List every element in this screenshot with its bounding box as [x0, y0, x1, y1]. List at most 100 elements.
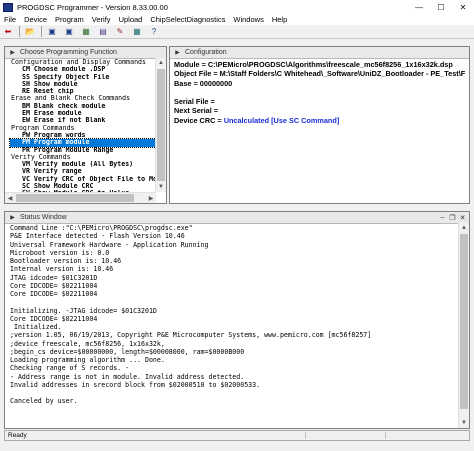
status-log-line: Canceled by user.: [10, 397, 78, 406]
config-row: Base = 00000000: [174, 79, 465, 88]
restore-icon[interactable]: ❐: [448, 213, 457, 222]
grid-icon[interactable]: ▦: [131, 26, 143, 37]
command-item[interactable]: SH Show module: [10, 81, 160, 88]
status-log-line: [10, 298, 457, 306]
toolbar-separator: [41, 26, 42, 37]
scroll-down-icon[interactable]: ▼: [156, 182, 166, 192]
minimize-icon[interactable]: —: [408, 0, 430, 14]
status-panel: ▶ Status Window – ❐ ✕ Command Line :"C:\…: [4, 211, 470, 429]
status-log-line: Core IDCODE= $02211004: [10, 290, 98, 298]
config-key: Base =: [174, 78, 200, 88]
chip-select-icon[interactable]: ▦: [80, 26, 92, 37]
close-icon[interactable]: ✕: [452, 0, 474, 14]
save-all-icon[interactable]: ▣: [63, 26, 75, 37]
status-bar-text: Ready: [8, 432, 27, 439]
config-icon[interactable]: ▤: [97, 26, 109, 37]
status-log-line: ;begin_cs device=$00000000, length=$0000…: [10, 347, 245, 356]
scroll-thumb[interactable]: [460, 234, 468, 409]
status-panel-titlebar: ▶ Status Window – ❐ ✕: [5, 212, 469, 224]
command-item[interactable]: VM Verify module (All Bytes): [10, 161, 160, 168]
status-log-line: Bootloader version is: 10.46: [10, 257, 122, 265]
status-log-line: Invalid addresses in srecord block from …: [10, 380, 261, 389]
arrow-back-icon[interactable]: ⬅: [2, 26, 14, 37]
config-value: 00000000: [199, 78, 233, 88]
menu-bar: File Device Program Verify Upload ChipSe…: [0, 14, 474, 25]
toolbar-separator: [19, 26, 20, 37]
panel-arrow-icon: ▶: [10, 50, 15, 56]
command-list: Configuration and Display Commands CM Cho…: [9, 59, 161, 198]
config-key: Device CRC =: [174, 115, 224, 125]
commands-vertical-scrollbar[interactable]: ▲ ▼: [155, 58, 166, 192]
menu-device[interactable]: Device: [20, 15, 51, 24]
config-row: [174, 88, 465, 97]
status-log-line: Core IDCODE= $02211004: [10, 281, 98, 290]
scroll-down-icon[interactable]: ▼: [459, 418, 469, 428]
command-item[interactable]: VR Verify range: [10, 168, 160, 175]
commands-horizontal-scrollbar[interactable]: ◀ ▶: [5, 192, 156, 203]
status-log-line: ;device freescale, mc56f8256, 1x16x32k,: [10, 339, 165, 348]
menu-upload[interactable]: Upload: [115, 15, 147, 24]
command-item[interactable]: CM Choose module .DSP: [10, 66, 160, 73]
command-item[interactable]: PR Program Module Range: [10, 147, 160, 154]
config-row: Object File = M:\Staff Folders\C Whitehe…: [174, 69, 465, 78]
commands-panel-title: Choose Programming Function: [20, 49, 117, 56]
status-vertical-scrollbar[interactable]: ▲ ▼: [458, 223, 469, 428]
status-log-line: Internal version is: 10.46: [10, 265, 114, 274]
command-item[interactable]: PM Program module: [9, 138, 161, 148]
status-log-line: Microboot version is: 0.0: [10, 248, 110, 257]
config-value: C:\PEMicro\PROGDSC\Algorithms\freescale_…: [207, 60, 453, 69]
status-log-line: Initializing. -JTAG idcode= $01C3201D: [10, 306, 157, 315]
scroll-thumb[interactable]: [16, 194, 134, 202]
app-icon: [3, 2, 13, 12]
menu-verify[interactable]: Verify: [88, 15, 115, 24]
status-log-line: Initialized.: [10, 323, 62, 331]
status-log-line: Core IDCODE= $02211004: [10, 314, 98, 323]
scroll-right-icon[interactable]: ▶: [146, 193, 156, 203]
menu-help[interactable]: Help: [268, 15, 291, 24]
menu-file[interactable]: File: [0, 15, 20, 24]
status-log-line: ;version 1.05, 06/19/2013, Copyright P&E…: [10, 331, 372, 340]
window-controls: — ☐ ✕: [408, 0, 474, 14]
command-item[interactable]: BM Blank check module: [10, 103, 160, 110]
config-row: Serial File =: [174, 97, 465, 106]
command-item[interactable]: EM Erase module: [10, 110, 160, 117]
command-item[interactable]: PW Program words: [10, 132, 160, 139]
command-item[interactable]: EW Erase if not Blank: [10, 117, 160, 124]
config-value: M:\Staff Folders\C Whitehead\_Software\U…: [219, 69, 465, 79]
command-item[interactable]: VC Verify CRC of Object File to Mod: [10, 176, 160, 183]
status-log-line: JTAG idcode= $01C3201D: [10, 273, 98, 282]
config-row: Device CRC = Uncalculated [Use SC Comman…: [174, 116, 465, 125]
config-key: Serial File =: [174, 97, 215, 107]
edit-icon[interactable]: ✎: [114, 26, 126, 37]
close-icon[interactable]: ✕: [458, 213, 467, 222]
menu-program[interactable]: Program: [51, 15, 88, 24]
configuration-info: Module = C:\PEMicro\PROGDSC\Algorithms\f…: [174, 60, 465, 125]
help-icon[interactable]: ?: [148, 26, 160, 37]
scroll-up-icon[interactable]: ▲: [459, 223, 469, 233]
status-log-line: - Address range is not in module. Invali…: [10, 372, 245, 381]
folder-open-icon[interactable]: 📂: [24, 26, 36, 37]
save-icon[interactable]: ▣: [46, 26, 58, 37]
config-key: Object File =: [174, 69, 220, 79]
menu-chipselectdiagnostics[interactable]: ChipSelectDiagnostics: [146, 15, 229, 24]
commands-panel-titlebar: ▶ Choose Programming Function: [5, 47, 166, 59]
command-item[interactable]: SS Specify Object File: [10, 74, 160, 81]
command-item[interactable]: SC Show Module CRC: [10, 183, 160, 190]
status-log-line: Loading programming algorithm ... Done.: [10, 356, 165, 364]
scroll-left-icon[interactable]: ◀: [5, 193, 15, 203]
config-row: Next Serial =: [174, 106, 465, 115]
minimize-icon[interactable]: –: [438, 213, 447, 222]
menu-windows[interactable]: Windows: [229, 15, 267, 24]
maximize-icon[interactable]: ☐: [430, 0, 452, 14]
title-bar: PROGDSC Programmer - Version 8.33.00.00 …: [0, 0, 474, 15]
config-key: Next Serial =: [174, 106, 219, 116]
command-group-header: Configuration and Display Commands: [11, 59, 146, 66]
command-item[interactable]: RE Reset chip: [10, 88, 160, 95]
scroll-up-icon[interactable]: ▲: [156, 58, 166, 68]
scroll-thumb[interactable]: [157, 69, 165, 181]
panel-arrow-icon: ▶: [10, 215, 15, 221]
commands-panel: ▶ Choose Programming Function Configurat…: [4, 46, 167, 204]
panel-arrow-icon: ▶: [175, 50, 180, 56]
command-group-header: Erase and Blank Check Commands: [11, 95, 131, 103]
configuration-panel-titlebar: ▶ Configuration: [170, 47, 469, 59]
